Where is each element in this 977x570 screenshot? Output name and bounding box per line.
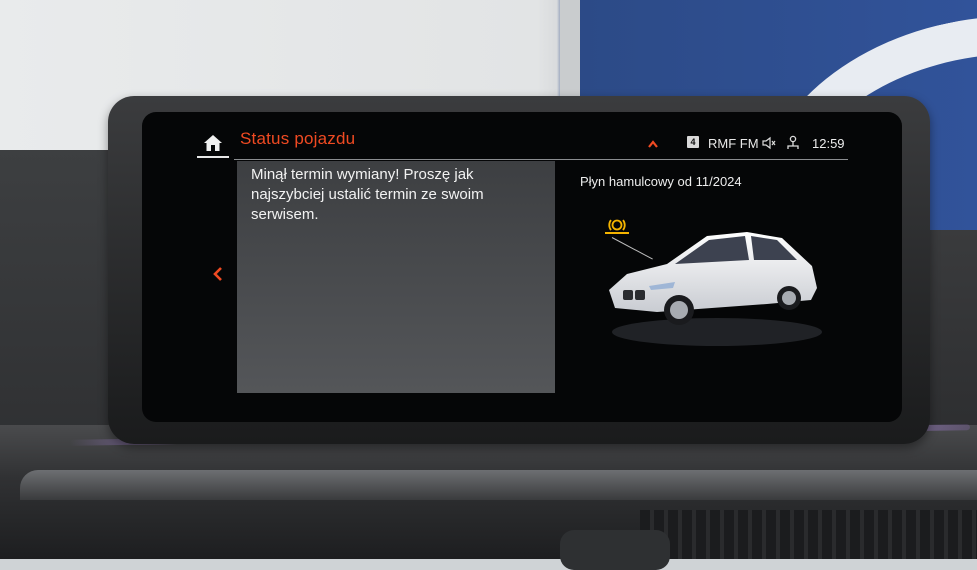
home-underline bbox=[197, 156, 229, 158]
message-panel[interactable]: Minął termin wymiany! Proszę jak najszyb… bbox=[237, 161, 555, 393]
status-bar: Status pojazdu 4 RMF FM 12:59 bbox=[142, 112, 902, 160]
dashboard-trim bbox=[20, 470, 977, 500]
radio-preset-badge: 4 bbox=[687, 136, 699, 148]
infotainment-screen: Status pojazdu 4 RMF FM 12:59 Minął term… bbox=[142, 112, 902, 422]
clock: 12:59 bbox=[812, 136, 845, 151]
speaker-mute-icon[interactable] bbox=[762, 136, 776, 150]
brake-fluid-label: Płyn hamulcowy od 11/2024 bbox=[580, 174, 742, 189]
chevron-up-icon[interactable] bbox=[647, 138, 659, 150]
chevron-left-icon[interactable] bbox=[210, 265, 226, 283]
air-vent bbox=[640, 510, 977, 559]
page-title: Status pojazdu bbox=[240, 129, 356, 148]
radio-station[interactable]: RMF FM bbox=[708, 136, 759, 151]
car-illustration bbox=[609, 232, 822, 346]
control-knob bbox=[560, 530, 670, 570]
phone-icon[interactable] bbox=[785, 135, 801, 151]
service-message: Minął termin wymiany! Proszę jak najszyb… bbox=[251, 166, 484, 223]
title-divider bbox=[234, 159, 848, 160]
home-icon[interactable] bbox=[202, 132, 224, 154]
